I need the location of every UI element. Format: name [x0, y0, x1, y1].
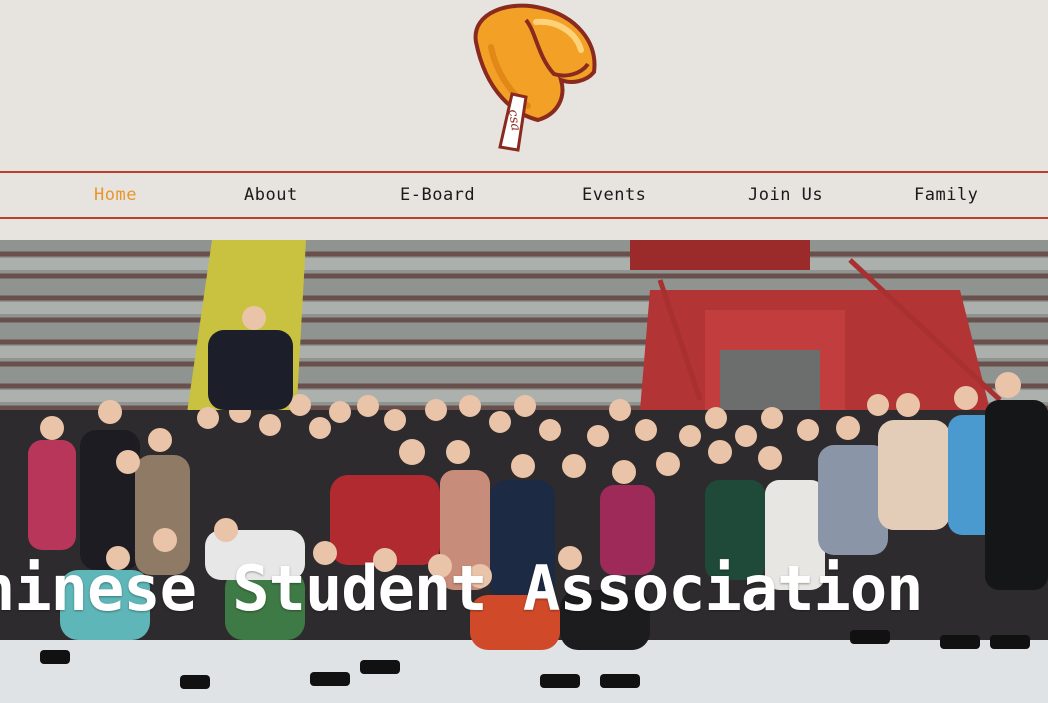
nav-item-events[interactable]: Events: [582, 173, 646, 217]
fortune-cookie-logo-icon[interactable]: csa: [466, 2, 600, 154]
hero-group-photo: [0, 240, 1048, 703]
site-header: csa: [0, 0, 1048, 170]
logo-tag-text: csa: [505, 108, 523, 132]
nav-item-home[interactable]: Home: [94, 173, 137, 217]
nav-item-about[interactable]: About: [244, 173, 298, 217]
nav-item-eboard[interactable]: E-Board: [400, 173, 475, 217]
main-navigation: Home About E-Board Events Join Us Family: [0, 171, 1048, 219]
nav-item-family[interactable]: Family: [914, 173, 978, 217]
hero-banner: [0, 240, 1048, 703]
hero-title: hinese Student Association: [0, 552, 924, 625]
nav-item-join-us[interactable]: Join Us: [748, 173, 823, 217]
